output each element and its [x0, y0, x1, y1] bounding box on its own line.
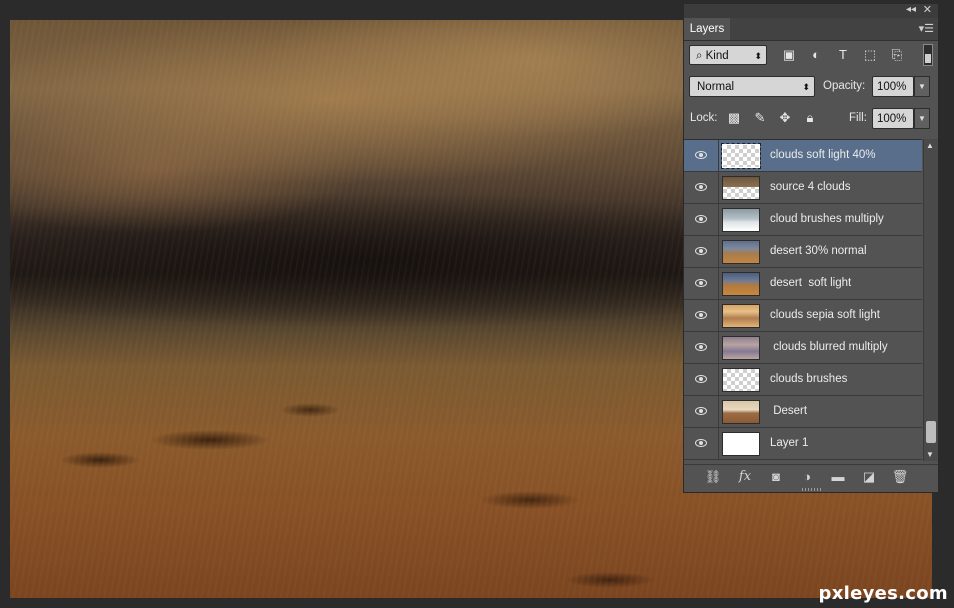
visibility-toggle[interactable]: [684, 300, 719, 331]
eye-icon: [695, 183, 707, 191]
layer-name[interactable]: clouds soft light 40%: [770, 140, 875, 171]
layer-mask-icon[interactable]: ◙: [767, 469, 785, 485]
layers-panel: ◂◂ ✕ Layers ▾☰ ⌕ Kind ⬍ ▣ ◐ T ⬚ ⎘ Normal…: [683, 3, 939, 493]
layer-name[interactable]: source 4 clouds: [770, 172, 851, 203]
layer-thumbnail[interactable]: [722, 368, 760, 392]
blend-mode-value: Normal: [697, 81, 735, 93]
layer-row[interactable]: clouds blurred multiply: [684, 332, 922, 364]
opacity-input[interactable]: 100%: [872, 76, 914, 97]
lock-row: Lock: ▩ ✎ ✥ 🔒︎ Fill: 100% ▼: [684, 108, 938, 132]
lock-label: Lock:: [690, 112, 718, 124]
kind-filter-select[interactable]: ⌕ Kind ⬍: [689, 45, 767, 65]
panel-footer: ⛓ fx ◙ ◑ ▬ ◪ 🗑︎: [684, 464, 938, 489]
scroll-up-icon[interactable]: ▲: [926, 141, 934, 150]
new-layer-icon[interactable]: ◪: [860, 469, 878, 485]
layer-thumbnail[interactable]: [722, 208, 760, 232]
smart-object-filter-icon[interactable]: ⎘: [889, 47, 905, 63]
layer-name[interactable]: clouds sepia soft light: [770, 300, 880, 331]
layer-thumbnail[interactable]: [722, 272, 760, 296]
eye-icon: [695, 279, 707, 287]
layer-thumbnail[interactable]: [721, 143, 761, 169]
panel-resize-grip[interactable]: [802, 488, 822, 491]
eye-icon: [695, 247, 707, 255]
link-layers-icon[interactable]: ⛓: [704, 469, 722, 485]
layer-name[interactable]: desert soft light: [770, 268, 851, 299]
eye-icon: [695, 439, 707, 447]
select-arrows-icon: ⬍: [802, 82, 810, 92]
select-arrows-icon: ⬍: [754, 51, 762, 61]
fill-label: Fill:: [849, 112, 867, 124]
layer-row[interactable]: Layer 1: [684, 428, 922, 460]
type-filter-icon[interactable]: T: [835, 47, 851, 63]
lock-all-icon[interactable]: 🔒︎: [802, 110, 818, 126]
blend-row: Normal ⬍ Opacity: 100% ▼: [684, 76, 938, 100]
blend-mode-select[interactable]: Normal ⬍: [689, 76, 815, 97]
eye-icon: [695, 215, 707, 223]
layer-name[interactable]: desert 30% normal: [770, 236, 867, 267]
trash-icon[interactable]: 🗑︎: [891, 469, 909, 485]
scroll-down-icon[interactable]: ▼: [926, 450, 934, 459]
layer-list-scrollbar[interactable]: ▲ ▼: [923, 139, 938, 461]
layer-name[interactable]: clouds brushes: [770, 364, 847, 395]
layer-row[interactable]: cloud brushes multiply: [684, 204, 922, 236]
layer-row[interactable]: desert 30% normal: [684, 236, 922, 268]
eye-icon: [695, 343, 707, 351]
lock-transparent-icon[interactable]: ▩: [726, 110, 742, 126]
layer-thumbnail[interactable]: [722, 176, 760, 200]
lock-position-icon[interactable]: ✥: [777, 110, 793, 126]
image-filter-icon[interactable]: ▣: [781, 47, 797, 63]
new-group-icon[interactable]: ▬: [829, 469, 847, 485]
eye-icon: [695, 151, 707, 159]
layer-row[interactable]: source 4 clouds: [684, 172, 922, 204]
visibility-toggle[interactable]: [684, 396, 719, 427]
tab-layers[interactable]: Layers: [684, 18, 730, 40]
panel-tab-bar: Layers ▾☰: [684, 18, 938, 41]
eye-icon: [695, 407, 707, 415]
close-icon[interactable]: ✕: [923, 3, 932, 16]
visibility-toggle[interactable]: [684, 204, 719, 235]
layer-row[interactable]: clouds brushes: [684, 364, 922, 396]
layer-thumbnail[interactable]: [722, 400, 760, 424]
fill-dropdown-button[interactable]: ▼: [914, 108, 930, 129]
eye-icon: [695, 375, 707, 383]
visibility-toggle[interactable]: [684, 364, 719, 395]
layer-name[interactable]: cloud brushes multiply: [770, 204, 884, 235]
layer-row[interactable]: clouds sepia soft light: [684, 300, 922, 332]
layer-thumbnail[interactable]: [722, 336, 760, 360]
layer-thumbnail[interactable]: [722, 304, 760, 328]
layer-row[interactable]: clouds soft light 40%: [684, 140, 922, 172]
visibility-toggle[interactable]: [684, 332, 719, 363]
shape-filter-icon[interactable]: ⬚: [862, 47, 878, 63]
adjustment-filter-icon[interactable]: ◐: [808, 47, 824, 63]
fill-input[interactable]: 100%: [872, 108, 914, 129]
scrollbar-thumb[interactable]: [926, 421, 936, 443]
layer-name[interactable]: Layer 1: [770, 428, 808, 459]
opacity-label: Opacity:: [823, 80, 866, 92]
visibility-toggle[interactable]: [684, 140, 719, 171]
adjustment-layer-icon[interactable]: ◑: [798, 469, 816, 485]
layer-name[interactable]: clouds blurred multiply: [770, 332, 887, 363]
eye-icon: [695, 311, 707, 319]
opacity-dropdown-button[interactable]: ▼: [914, 76, 930, 97]
lock-paint-icon[interactable]: ✎: [752, 110, 768, 126]
panel-title-bar: ◂◂ ✕: [684, 4, 938, 18]
double-chevron-left-icon[interactable]: ◂◂: [906, 4, 916, 15]
visibility-toggle[interactable]: [684, 428, 719, 459]
layer-thumbnail[interactable]: [722, 240, 760, 264]
filter-toggle-switch[interactable]: [923, 44, 933, 66]
layer-name[interactable]: Desert: [770, 396, 807, 427]
visibility-toggle[interactable]: [684, 236, 719, 267]
layer-row[interactable]: Desert: [684, 396, 922, 428]
search-icon: ⌕: [696, 50, 706, 62]
filter-row: ⌕ Kind ⬍ ▣ ◐ T ⬚ ⎘: [684, 44, 938, 72]
layer-row[interactable]: desert soft light: [684, 268, 922, 300]
panel-menu-icon[interactable]: ▾☰: [919, 22, 934, 35]
site-watermark: pxleyes.com: [818, 583, 948, 604]
layer-thumbnail[interactable]: [722, 432, 760, 456]
visibility-toggle[interactable]: [684, 172, 719, 203]
layer-list: clouds soft light 40% source 4 clouds clou…: [684, 139, 922, 462]
fx-icon[interactable]: fx: [736, 469, 754, 485]
visibility-toggle[interactable]: [684, 268, 719, 299]
kind-label: Kind: [705, 50, 729, 62]
